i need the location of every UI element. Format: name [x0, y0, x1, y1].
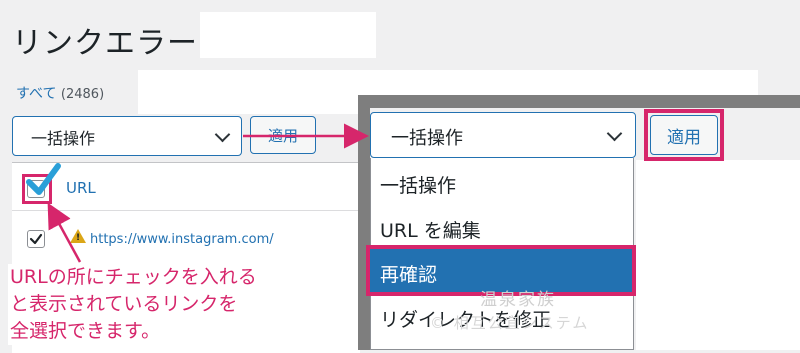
- watermark-text-2: © 相互公宜システム: [430, 314, 590, 332]
- title-redaction: [200, 12, 376, 58]
- annotation-note-line: 全選択できます。: [10, 320, 161, 342]
- annotation-note-line: と表示されているリンクを: [10, 293, 238, 315]
- chevron-down-icon: [606, 125, 623, 142]
- bulk-action-select-value: 一括操作: [31, 129, 96, 148]
- row-check-icon: [29, 233, 43, 245]
- zoom-panel-table-bg: [636, 160, 800, 350]
- page-title: リンクエラー: [12, 26, 198, 61]
- dropdown-option[interactable]: 一括操作: [380, 171, 456, 198]
- column-header-url[interactable]: URL: [66, 179, 96, 197]
- zoom-bulk-action-select-value: 一括操作: [391, 128, 463, 149]
- warning-exclamation-icon: !: [76, 233, 81, 243]
- filter-all-link[interactable]: すべて: [16, 86, 56, 102]
- bulk-action-select[interactable]: 一括操作: [12, 116, 242, 156]
- check-icon: [26, 163, 61, 195]
- table-row-url[interactable]: https://www.instagram.com/: [90, 232, 274, 247]
- watermark-text: 温泉家族: [480, 290, 556, 310]
- filter-all[interactable]: すべて (2486): [16, 83, 104, 103]
- filter-all-count: (2486): [60, 87, 105, 102]
- apply-button[interactable]: 適用: [250, 116, 316, 154]
- dropdown-option[interactable]: URL を編集: [380, 216, 481, 243]
- apply-highlight: [644, 109, 724, 161]
- annotation-note-line: URLの所にチェックを入れる: [10, 266, 257, 288]
- zoom-bulk-action-select[interactable]: 一括操作: [370, 112, 636, 158]
- table-row-separator: [12, 210, 360, 211]
- chevron-down-icon: [214, 126, 231, 143]
- annotation-note: URLの所にチェックを入れる と表示されているリンクを 全選択できます。: [8, 264, 362, 345]
